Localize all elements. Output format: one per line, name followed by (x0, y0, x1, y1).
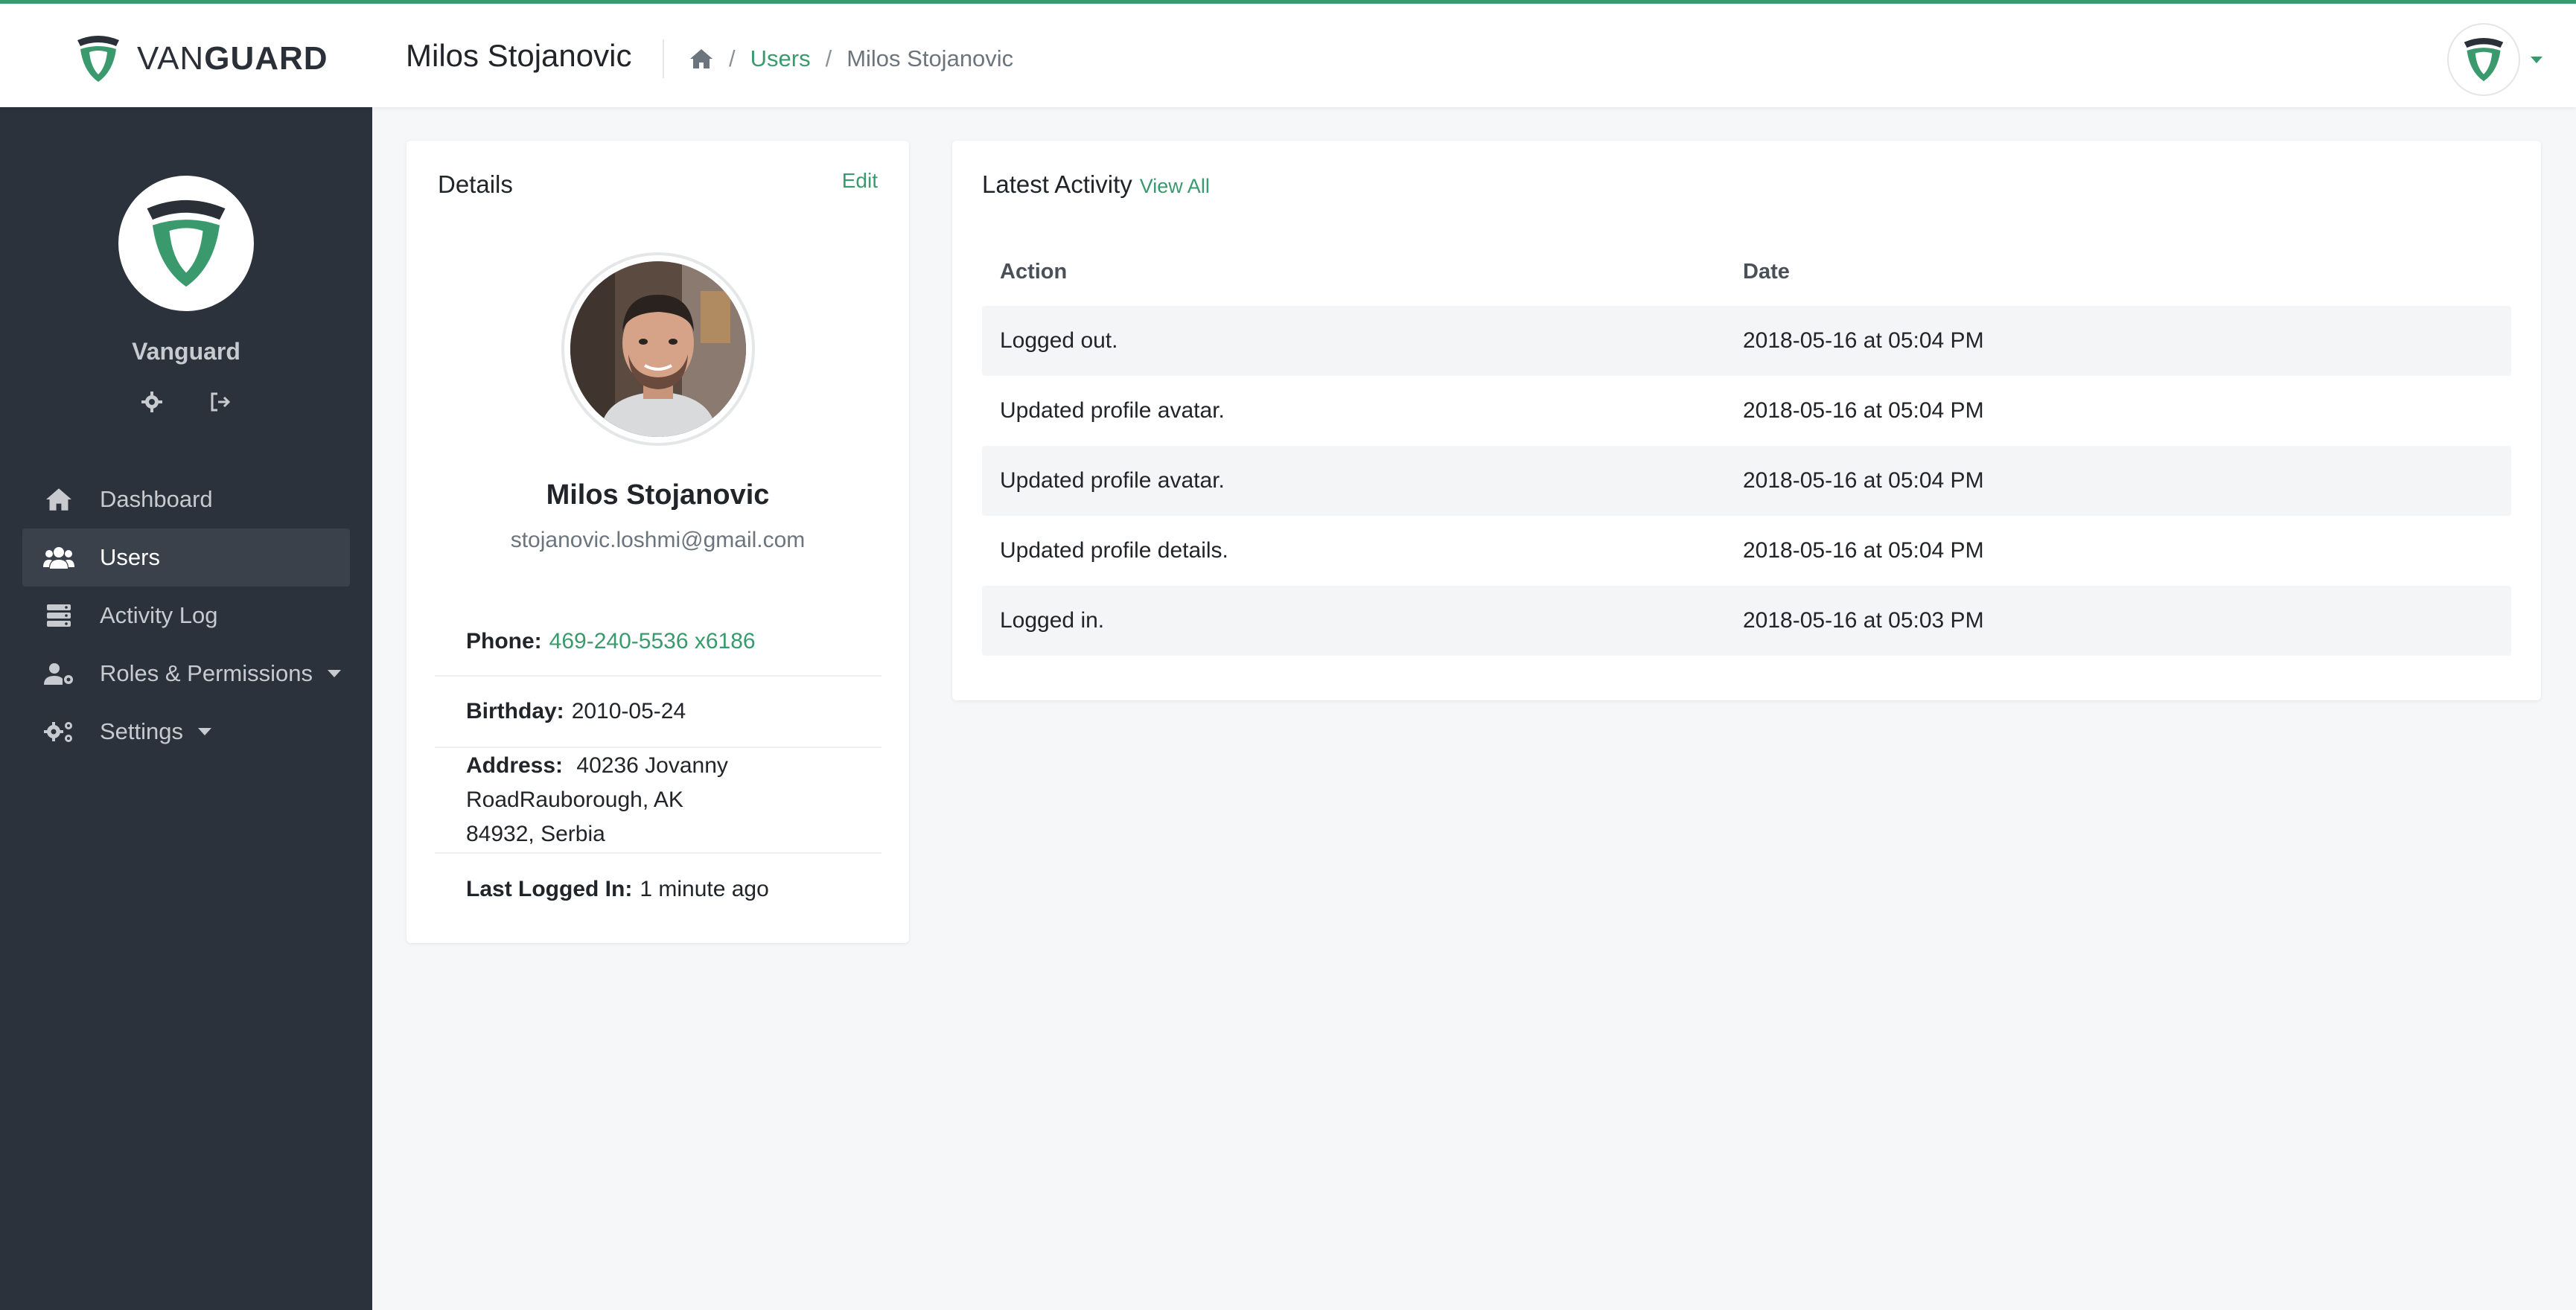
details-title: Details (438, 170, 513, 198)
birthday-label: Birthday: (466, 699, 564, 723)
breadcrumb: / Users / Milos Stojanovic (689, 45, 1013, 72)
home-icon[interactable] (689, 48, 714, 70)
brand-name: VANGUARD (137, 40, 328, 77)
sidebar-avatar (118, 176, 254, 311)
column-header-action: Action (1000, 259, 1068, 284)
sidebar: Vanguard Dashboard Users Activity Log Ro… (0, 107, 372, 1310)
profile-email: stojanovic.loshmi@gmail.com (510, 528, 806, 552)
sidebar-item-users[interactable]: Users (22, 528, 350, 587)
vanguard-shield-icon (147, 199, 226, 287)
activity-action: Updated profile avatar. (1000, 398, 1225, 423)
profile-avatar (561, 252, 755, 446)
phone-link[interactable]: 469-240-5536 x6186 (549, 624, 756, 659)
breadcrumb-separator: / (729, 45, 736, 71)
activity-title: Latest Activity View All (982, 170, 1210, 199)
view-all-link[interactable]: View All (1140, 175, 1210, 197)
brand-logo[interactable]: VANGUARD (74, 29, 328, 89)
profile-info-list: Phone: 469-240-5536 x6186 Birthday: 2010… (435, 608, 881, 925)
info-address: Address: 40236 Jovanny RoadRauborough, A… (435, 748, 881, 854)
users-icon (42, 544, 76, 571)
edit-link[interactable]: Edit (842, 169, 878, 193)
sidebar-item-label: Dashboard (100, 486, 213, 512)
address-label: Address: (466, 753, 564, 778)
sidebar-item-settings[interactable]: Settings (22, 703, 350, 761)
profile-name: Milos Stojanovic (546, 479, 770, 511)
activity-date: 2018-05-16 at 05:04 PM (1743, 538, 1984, 563)
table-row: Updated profile avatar. 2018-05-16 at 05… (982, 376, 2511, 446)
user-cog-icon (42, 660, 76, 687)
sidebar-item-label: Settings (100, 718, 184, 744)
table-header-row: Action Date (982, 237, 2511, 306)
activity-action: Updated profile details. (1000, 538, 1228, 563)
activity-date: 2018-05-16 at 05:04 PM (1725, 306, 2511, 376)
header-divider (663, 39, 664, 78)
activity-date: 2018-05-16 at 05:04 PM (1743, 398, 1984, 423)
birthday-value: 2010-05-24 (571, 699, 686, 723)
top-navbar: VANGUARD Milos Stojanovic / Users / Milo… (0, 0, 2576, 107)
chevron-down-icon[interactable] (2531, 56, 2542, 63)
sidebar-nav: Dashboard Users Activity Log Roles & Per… (22, 470, 350, 761)
user-menu[interactable] (2447, 23, 2542, 96)
table-row: Updated profile avatar. 2018-05-16 at 05… (982, 446, 2511, 516)
sidebar-item-label: Activity Log (100, 602, 218, 628)
activity-date: 2018-05-16 at 05:04 PM (1725, 446, 2511, 516)
sidebar-item-activity-log[interactable]: Activity Log (22, 587, 350, 645)
sidebar-user-name: Vanguard (132, 338, 240, 365)
sidebar-quick-actions (0, 390, 372, 414)
sidebar-item-label: Users (100, 544, 160, 570)
vanguard-shield-icon (77, 36, 119, 82)
activity-date: 2018-05-16 at 05:03 PM (1725, 586, 2511, 656)
table-row: Updated profile details. 2018-05-16 at 0… (982, 516, 2511, 586)
chevron-down-icon (327, 670, 341, 677)
chevron-down-icon (198, 728, 212, 735)
home-icon (42, 486, 76, 513)
activity-title-text: Latest Activity (982, 170, 1132, 198)
details-card: Details Edit Milos Stojanovic stojanovic… (407, 141, 909, 943)
activity-action: Logged out. (982, 306, 1725, 376)
last-login-label: Last Logged In: (466, 877, 633, 901)
last-login-value: 1 minute ago (640, 877, 769, 901)
activity-action: Updated profile avatar. (982, 446, 1725, 516)
gear-icon[interactable] (140, 390, 164, 414)
page-title: Milos Stojanovic (406, 38, 632, 73)
info-last-login: Last Logged In: 1 minute ago (435, 854, 881, 925)
sidebar-item-roles-permissions[interactable]: Roles & Permissions (22, 645, 350, 703)
breadcrumb-separator: / (825, 45, 832, 71)
phone-label: Phone: (466, 629, 542, 654)
sidebar-item-dashboard[interactable]: Dashboard (22, 470, 350, 528)
breadcrumb-users-link[interactable]: Users (750, 45, 811, 72)
info-birthday: Birthday: 2010-05-24 (435, 677, 881, 748)
info-phone: Phone: 469-240-5536 x6186 (435, 608, 881, 677)
activity-table: Action Date Logged out. 2018-05-16 at 05… (982, 237, 2511, 656)
table-row: Logged out. 2018-05-16 at 05:04 PM (982, 306, 2511, 376)
server-icon (42, 602, 76, 629)
cogs-icon (42, 718, 76, 745)
table-row: Logged in. 2018-05-16 at 05:03 PM (982, 586, 2511, 656)
logout-icon[interactable] (208, 390, 232, 414)
latest-activity-card: Latest Activity View All Action Date Logg… (952, 141, 2541, 700)
activity-action: Logged in. (982, 586, 1725, 656)
profile-photo (570, 261, 746, 437)
sidebar-item-label: Roles & Permissions (100, 660, 313, 686)
user-avatar[interactable] (2447, 23, 2520, 96)
column-header-date: Date (1743, 259, 1790, 284)
vanguard-shield-icon (2464, 37, 2504, 82)
breadcrumb-current: Milos Stojanovic (847, 45, 1014, 71)
